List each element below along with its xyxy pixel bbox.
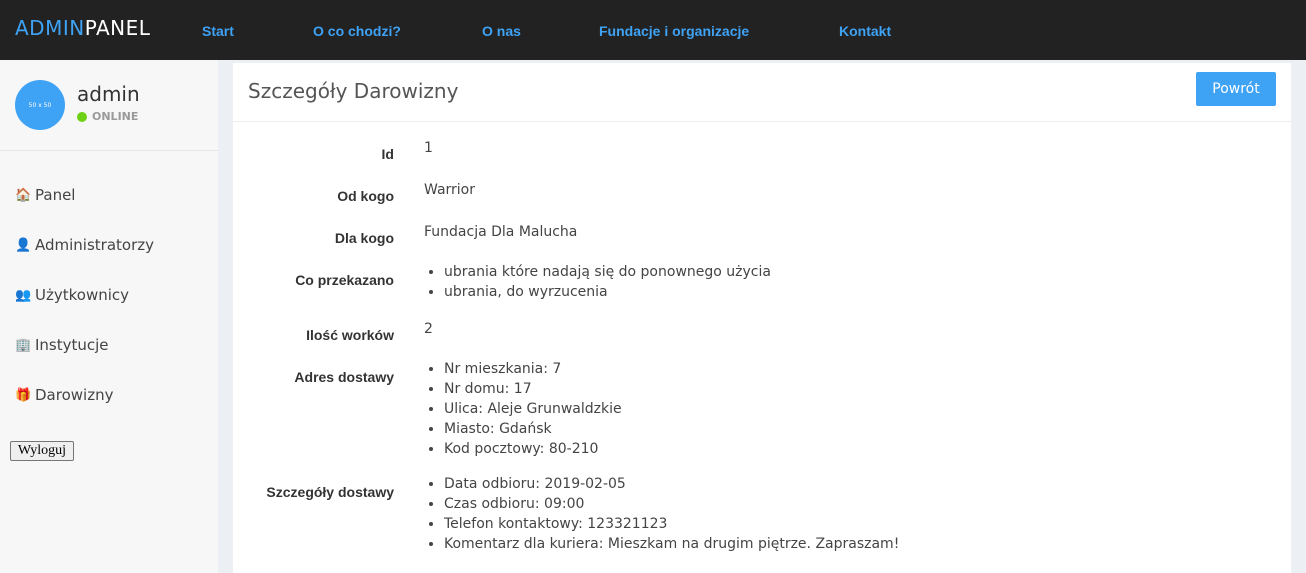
list-item: Nr domu: 17 (444, 379, 622, 399)
logout-button[interactable]: Wyloguj (10, 441, 74, 461)
avatar: 50 x 50 (15, 80, 65, 130)
sidebar-item-uzytkownicy[interactable]: 👥 Użytkownicy (15, 286, 129, 304)
user-icon: 👤 (15, 237, 32, 253)
list-item: Data odbioru: 2019-02-05 (444, 474, 899, 494)
list-item: Czas odbioru: 09:00 (444, 494, 899, 514)
building-icon: 🏢 (15, 337, 32, 353)
list-item: Ulica: Aleje Grunwaldzkie (444, 399, 622, 419)
donation-details-card: Szczegóły Darowizny Powrót Id 1 Od kogo … (233, 63, 1291, 573)
list-item: Komentarz dla kuriera: Mieszkam na drugi… (444, 534, 899, 554)
sidebar-item-label: Administratorzy (35, 236, 155, 254)
detail-label: Szczegóły dostawy (266, 484, 394, 500)
nav-fundacje[interactable]: Fundacje i organizacje (599, 23, 749, 39)
status-badge: ONLINE (77, 110, 138, 123)
nav-start[interactable]: Start (202, 23, 234, 39)
sidebar-item-panel[interactable]: 🏠 Panel (15, 186, 75, 204)
user-panel: 50 x 50 admin ONLINE (0, 60, 218, 151)
nav-o-co-chodzi[interactable]: O co chodzi? (313, 23, 401, 39)
sidebar-item-label: Darowizny (35, 386, 114, 404)
back-button[interactable]: Powrót (1196, 72, 1276, 106)
detail-value-list: Data odbioru: 2019-02-05 Czas odbioru: 0… (424, 474, 899, 554)
sidebar: 50 x 50 admin ONLINE 🏠 Panel 👤 Administrat… (0, 60, 218, 573)
detail-value-list: Nr mieszkania: 7 Nr domu: 17 Ulica: Alej… (424, 359, 622, 459)
top-navbar: ADMINPANEL Start O co chodzi? O nas Fund… (0, 0, 1306, 60)
list-item: ubrania, do wyrzucenia (444, 282, 771, 302)
detail-value-list: ubrania które nadają się do ponownego uż… (424, 262, 771, 302)
list-item: ubrania które nadają się do ponownego uż… (444, 262, 771, 282)
detail-label: Ilość worków (306, 327, 394, 343)
nav-kontakt[interactable]: Kontakt (839, 23, 891, 39)
sidebar-item-label: Użytkownicy (35, 286, 130, 304)
detail-label: Adres dostawy (294, 369, 394, 385)
nav-o-nas[interactable]: O nas (482, 23, 521, 39)
detail-label: Od kogo (337, 188, 394, 204)
list-item: Telefon kontaktowy: 123321123 (444, 514, 899, 534)
detail-value: Fundacja Dla Malucha (424, 224, 578, 240)
detail-label: Co przekazano (295, 272, 394, 288)
brand-logo[interactable]: ADMINPANEL (15, 16, 150, 40)
gift-icon: 🎁 (15, 387, 32, 403)
list-item: Miasto: Gdańsk (444, 419, 622, 439)
user-name: admin (77, 82, 140, 106)
sidebar-item-label: Instytucje (35, 336, 109, 354)
sidebar-item-darowizny[interactable]: 🎁 Darowizny (15, 386, 113, 404)
online-dot-icon (77, 111, 87, 122)
brand-part1: ADMIN (15, 16, 85, 40)
detail-label: Id (381, 146, 394, 162)
detail-value: 2 (424, 321, 433, 337)
list-item: Kod pocztowy: 80-210 (444, 439, 622, 459)
sidebar-item-administratorzy[interactable]: 👤 Administratorzy (15, 236, 154, 254)
detail-value: 1 (424, 140, 433, 156)
status-label: ONLINE (92, 110, 139, 123)
detail-value: Warrior (424, 182, 476, 198)
detail-label: Dla kogo (334, 230, 394, 246)
sidebar-item-instytucje[interactable]: 🏢 Instytucje (15, 336, 109, 354)
page-title: Szczegóły Darowizny (248, 79, 459, 103)
users-icon: 👥 (15, 287, 32, 303)
home-icon: 🏠 (15, 187, 32, 203)
card-header: Szczegóły Darowizny Powrót (233, 63, 1291, 122)
avatar-placeholder-text: 50 x 50 (28, 101, 52, 109)
sidebar-item-label: Panel (35, 186, 76, 204)
list-item: Nr mieszkania: 7 (444, 359, 622, 379)
brand-part2: PANEL (84, 16, 151, 40)
